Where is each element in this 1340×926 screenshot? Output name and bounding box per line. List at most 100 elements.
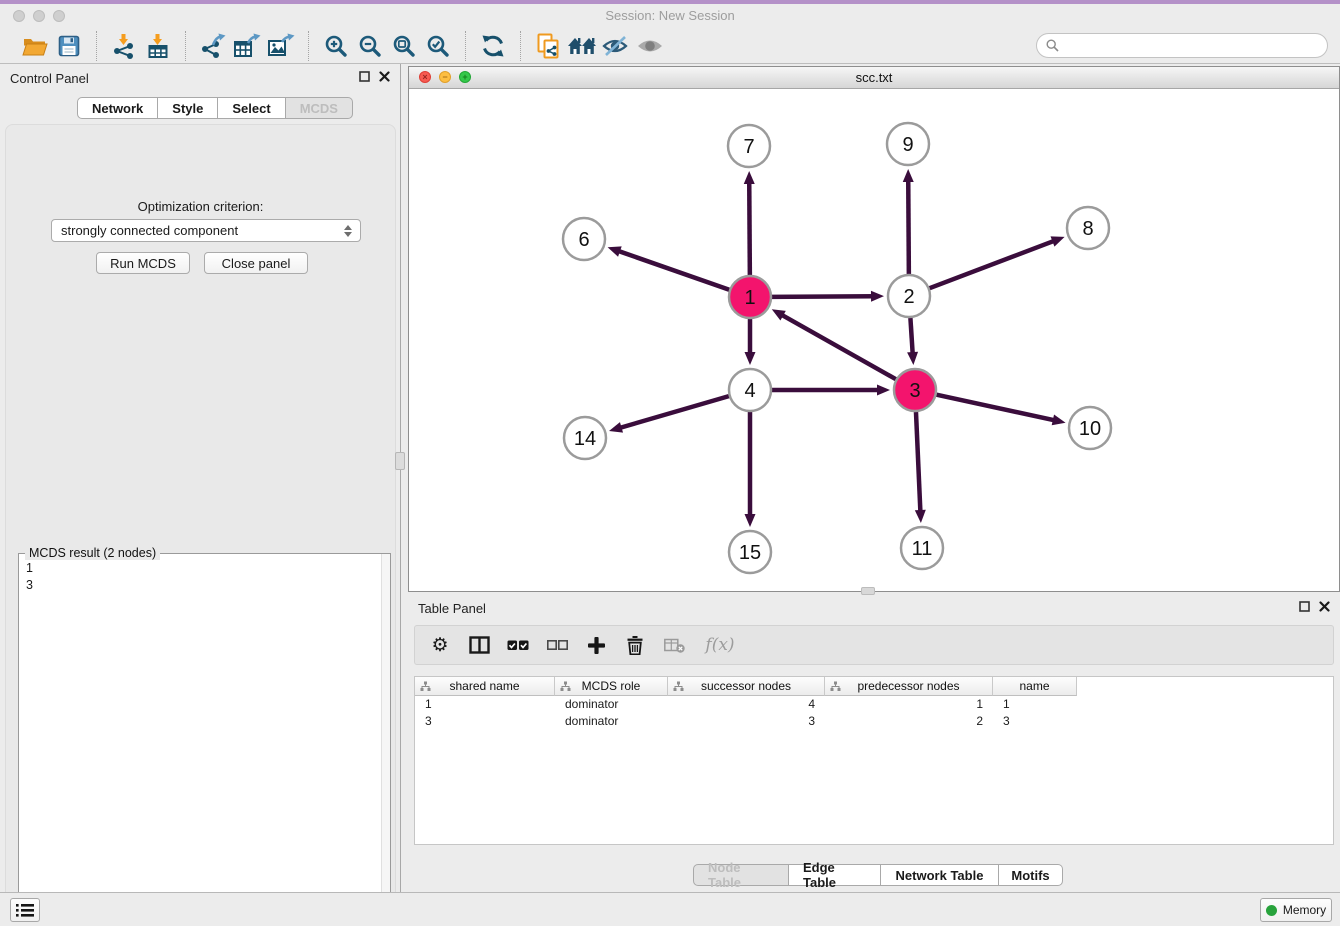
delete-rows-button[interactable] (623, 632, 647, 658)
graph-edge-arrowhead (877, 385, 890, 396)
import-group (96, 31, 185, 61)
table-options-button[interactable]: ⚙ (428, 632, 452, 658)
open-session-button[interactable] (18, 31, 52, 61)
hide-graphics-details-button[interactable] (599, 31, 633, 61)
cell-shared-name[interactable]: 3 (415, 713, 555, 730)
select-all-checks-button[interactable] (506, 632, 530, 658)
graph-edge-2-3[interactable] (910, 318, 912, 355)
export-image-button[interactable] (264, 31, 298, 61)
tab-select[interactable]: Select (218, 97, 285, 119)
cell-predecessor-nodes[interactable]: 1 (825, 696, 993, 713)
graph-edge-4-14[interactable] (619, 396, 729, 428)
tab-style[interactable]: Style (158, 97, 218, 119)
export-table-button[interactable] (230, 31, 264, 61)
graph-edge-3-11[interactable] (916, 412, 920, 513)
search-icon (1046, 39, 1059, 52)
graph-node-7[interactable]: 7 (728, 125, 770, 167)
network-canvas[interactable]: 7 9 6 8 1 2 4 3 14 10 15 11 (409, 89, 1339, 591)
column-header-predecessor-nodes[interactable]: predecessor nodes (825, 677, 993, 696)
graph-node-1[interactable]: 1 (729, 276, 771, 318)
save-session-button[interactable] (52, 31, 86, 61)
graph-edge-1-6[interactable] (617, 251, 729, 290)
close-panel-button[interactable]: Close panel (204, 252, 308, 274)
close-panel-icon[interactable] (379, 71, 390, 82)
refresh-button[interactable] (476, 31, 510, 61)
duplicate-network-button[interactable] (531, 31, 565, 61)
import-table-button[interactable] (141, 31, 175, 61)
column-header-mcds-role[interactable]: MCDS role (555, 677, 668, 696)
show-task-history-button[interactable] (10, 898, 40, 922)
tab-network[interactable]: Network (77, 97, 158, 119)
network-overview-button[interactable] (565, 31, 599, 61)
graph-edge-arrowhead (915, 510, 926, 523)
zoom-selected-button[interactable] (421, 31, 455, 61)
graph-node-14[interactable]: 14 (564, 417, 606, 459)
graph-node-6[interactable]: 6 (563, 218, 605, 260)
float-panel-icon[interactable] (359, 71, 370, 82)
graph-node-10[interactable]: 10 (1069, 407, 1111, 449)
delete-table-button[interactable] (662, 632, 686, 658)
graph-node-4[interactable]: 4 (729, 369, 771, 411)
zoom-in-button[interactable] (319, 31, 353, 61)
mcds-result-item[interactable]: 3 (26, 577, 373, 594)
cell-mcds-role[interactable]: dominator (555, 713, 668, 730)
graph-node-2[interactable]: 2 (888, 275, 930, 317)
graph-edge-3-1[interactable] (780, 314, 895, 379)
cell-shared-name[interactable]: 1 (415, 696, 555, 713)
graph-edge-arrowhead (609, 422, 623, 433)
cell-successor-nodes[interactable]: 3 (668, 713, 825, 730)
plus-icon (588, 637, 605, 654)
table-tabs: Node Table Edge Table Network Table Moti… (693, 864, 1063, 886)
show-graphics-details-button[interactable] (633, 31, 667, 61)
clear-all-checks-button[interactable] (545, 632, 569, 658)
tab-mcds[interactable]: MCDS (286, 97, 353, 119)
show-columns-button[interactable] (467, 632, 491, 658)
run-mcds-button[interactable]: Run MCDS (96, 252, 190, 274)
table-row[interactable]: 1 dominator 4 1 1 (415, 696, 1333, 713)
graph-node-11[interactable]: 11 (901, 527, 943, 569)
graph-node-3[interactable]: 3 (894, 369, 936, 411)
mcds-result-item[interactable]: 1 (26, 560, 373, 577)
table-panel-title: Table Panel (418, 601, 486, 616)
tab-edge-table[interactable]: Edge Table (789, 864, 881, 886)
tab-network-table[interactable]: Network Table (881, 864, 999, 886)
table-row[interactable]: 3 dominator 3 2 3 (415, 713, 1333, 730)
search-box[interactable] (1036, 33, 1328, 58)
network-graph[interactable]: 7 9 6 8 1 2 4 3 14 10 15 11 (409, 89, 1339, 591)
cell-predecessor-nodes[interactable]: 2 (825, 713, 993, 730)
search-input[interactable] (1065, 38, 1327, 53)
close-table-panel-icon[interactable] (1319, 601, 1330, 612)
cell-successor-nodes[interactable]: 4 (668, 696, 825, 713)
graph-edge-2-8[interactable] (930, 240, 1056, 288)
float-table-panel-icon[interactable] (1299, 601, 1310, 612)
criterion-dropdown[interactable]: strongly connected component (51, 219, 361, 242)
column-header-shared-name[interactable]: shared name (415, 677, 555, 696)
mcds-result-list[interactable]: 1 3 (19, 557, 380, 926)
cell-name[interactable]: 3 (993, 713, 1077, 730)
memory-button[interactable]: Memory (1260, 898, 1332, 922)
column-header-name[interactable]: name (993, 677, 1077, 696)
graph-edge-1-2[interactable] (772, 296, 874, 297)
network-window-titlebar[interactable]: × − + scc.txt (409, 67, 1339, 89)
graph-node-8[interactable]: 8 (1067, 207, 1109, 249)
function-builder-button[interactable]: f(x) (701, 632, 739, 658)
graph-node-9[interactable]: 9 (887, 123, 929, 165)
add-row-button[interactable] (584, 632, 608, 658)
cell-mcds-role[interactable]: dominator (555, 696, 668, 713)
column-header-successor-nodes[interactable]: successor nodes (668, 677, 825, 696)
export-network-button[interactable] (196, 31, 230, 61)
graph-edge-1-7[interactable] (749, 181, 750, 275)
import-network-button[interactable] (107, 31, 141, 61)
result-scrollbar[interactable] (381, 554, 390, 926)
cell-name[interactable]: 1 (993, 696, 1077, 713)
graph-edge-3-10[interactable] (936, 395, 1055, 421)
table-splitter-grip[interactable] (861, 587, 875, 595)
graph-edge-2-9[interactable] (908, 179, 909, 274)
svg-text:8: 8 (1082, 218, 1093, 240)
zoom-fit-button[interactable] (387, 31, 421, 61)
zoom-out-button[interactable] (353, 31, 387, 61)
panel-splitter-grip[interactable] (395, 452, 405, 470)
tab-motifs[interactable]: Motifs (999, 864, 1063, 886)
graph-node-15[interactable]: 15 (729, 531, 771, 573)
tab-node-table[interactable]: Node Table (693, 864, 789, 886)
